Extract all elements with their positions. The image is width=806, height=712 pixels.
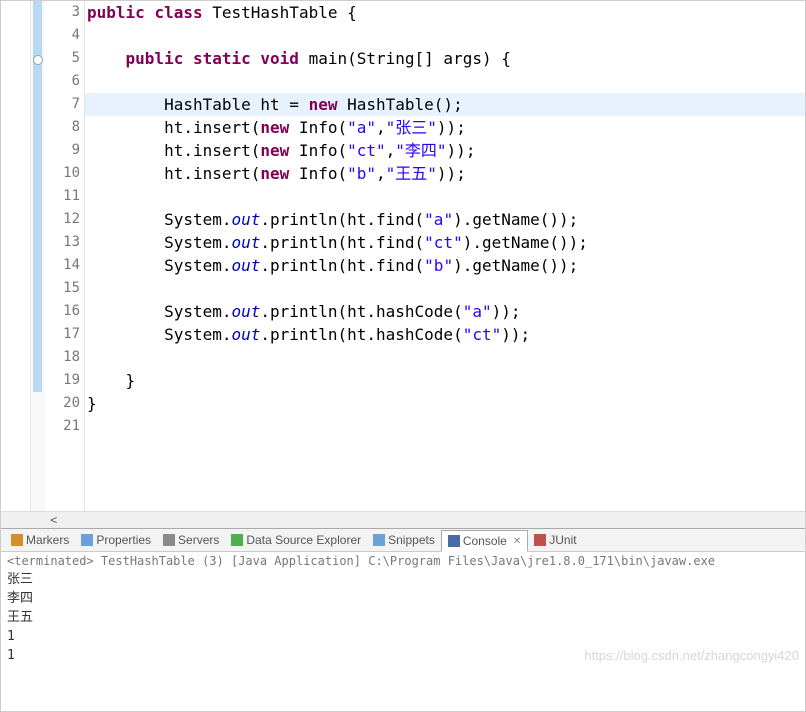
line-number: 5 <box>45 47 80 70</box>
console-output-line: 张三 <box>7 570 799 589</box>
views-tab-bar[interactable]: Markers Properties Servers Data Source Expl… <box>1 528 805 552</box>
line-number: 3 <box>45 1 80 24</box>
tab-servers[interactable]: Servers <box>157 529 225 551</box>
junit-icon <box>534 534 546 546</box>
console-output-line: 李四 <box>7 589 799 608</box>
code-editor[interactable]: 3456789101112131415161718192021 public c… <box>1 1 805 511</box>
code-line[interactable]: } <box>85 392 805 415</box>
code-line[interactable]: public static void main(String[] args) { <box>85 47 805 70</box>
tab-label: JUnit <box>549 533 576 547</box>
code-line[interactable] <box>85 70 805 93</box>
line-number: 17 <box>45 323 80 346</box>
data-source-explorer-icon <box>231 534 243 546</box>
line-number: 20 <box>45 392 80 415</box>
console-output-line: 1 <box>7 627 799 646</box>
line-number: 6 <box>45 70 80 93</box>
tab-label: Console <box>463 534 507 548</box>
code-line[interactable]: System.out.println(ht.hashCode("ct")); <box>85 323 805 346</box>
line-number: 14 <box>45 254 80 277</box>
markers-icon <box>11 534 23 546</box>
line-number: 8 <box>45 116 80 139</box>
code-line[interactable]: System.out.println(ht.hashCode("a")); <box>85 300 805 323</box>
line-number: 10 <box>45 162 80 185</box>
line-number: 19 <box>45 369 80 392</box>
code-line[interactable]: System.out.println(ht.find("a").getName(… <box>85 208 805 231</box>
console-output-line: 1 <box>7 646 799 665</box>
line-number: 15 <box>45 277 80 300</box>
code-pane[interactable]: public class TestHashTable { public stat… <box>85 1 805 511</box>
console-output-line: 王五 <box>7 608 799 627</box>
line-number: 21 <box>45 415 80 438</box>
code-line[interactable]: ht.insert(new Info("ct","李四")); <box>85 139 805 162</box>
servers-icon <box>163 534 175 546</box>
tab-junit[interactable]: JUnit <box>528 529 582 551</box>
close-icon[interactable]: ✕ <box>513 536 521 547</box>
line-number-gutter[interactable]: 3456789101112131415161718192021 <box>45 1 85 511</box>
snippets-icon <box>373 534 385 546</box>
line-number: 4 <box>45 24 80 47</box>
line-number: 18 <box>45 346 80 369</box>
tab-snippets[interactable]: Snippets <box>367 529 441 551</box>
line-number: 16 <box>45 300 80 323</box>
line-number: 12 <box>45 208 80 231</box>
code-line[interactable] <box>85 24 805 47</box>
tab-label: Data Source Explorer <box>246 533 361 547</box>
tab-markers[interactable]: Markers <box>5 529 75 551</box>
console-view[interactable]: <terminated> TestHashTable (3) [Java App… <box>1 552 805 667</box>
line-number: 9 <box>45 139 80 162</box>
line-number: 11 <box>45 185 80 208</box>
code-line[interactable]: public class TestHashTable { <box>85 1 805 24</box>
tab-console[interactable]: Console ✕ <box>441 530 528 552</box>
scroll-left-icon[interactable]: < <box>46 513 61 527</box>
code-line[interactable]: System.out.println(ht.find("ct").getName… <box>85 231 805 254</box>
fold-bar[interactable] <box>31 1 45 511</box>
horizontal-scrollbar[interactable]: < <box>1 511 805 528</box>
code-line[interactable]: ht.insert(new Info("b","王五")); <box>85 162 805 185</box>
tab-data-source-explorer[interactable]: Data Source Explorer <box>225 529 367 551</box>
tab-label: Snippets <box>388 533 435 547</box>
left-margin <box>1 1 31 511</box>
properties-icon <box>81 534 93 546</box>
tab-label: Markers <box>26 533 69 547</box>
code-line[interactable]: ht.insert(new Info("a","张三")); <box>85 116 805 139</box>
tab-label: Properties <box>96 533 151 547</box>
code-line[interactable] <box>85 277 805 300</box>
line-number: 13 <box>45 231 80 254</box>
code-line[interactable] <box>85 346 805 369</box>
code-line[interactable]: System.out.println(ht.find("b").getName(… <box>85 254 805 277</box>
line-number: 7 <box>45 93 80 116</box>
code-line[interactable]: HashTable ht = new HashTable(); <box>85 93 805 116</box>
code-line[interactable]: } <box>85 369 805 392</box>
tab-label: Servers <box>178 533 219 547</box>
console-header: <terminated> TestHashTable (3) [Java App… <box>7 554 799 570</box>
code-line[interactable] <box>85 415 805 438</box>
tab-properties[interactable]: Properties <box>75 529 157 551</box>
code-line[interactable] <box>85 185 805 208</box>
console-icon <box>448 535 460 547</box>
